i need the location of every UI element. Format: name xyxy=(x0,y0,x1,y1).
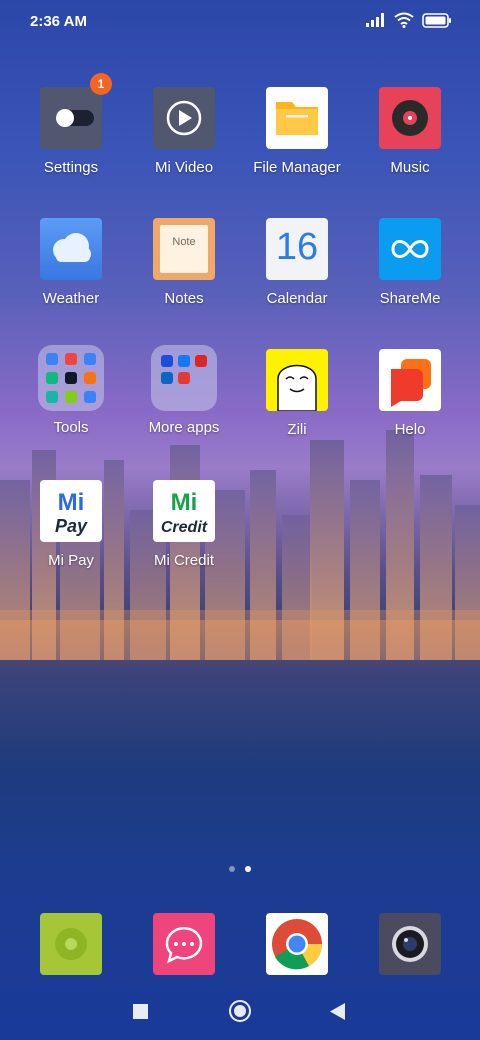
app-label: File Manager xyxy=(253,159,341,176)
app-zili[interactable]: Zili xyxy=(237,349,357,438)
mi-credit-icon: Mi Credit xyxy=(153,480,215,542)
folder-icon xyxy=(151,345,217,411)
app-label: Weather xyxy=(42,290,100,307)
notification-badge: 1 xyxy=(90,73,112,95)
app-settings[interactable]: Settings xyxy=(11,87,131,176)
battery-icon xyxy=(422,12,451,28)
calendar-date: 16 xyxy=(275,226,319,268)
app-weather[interactable]: Weather xyxy=(11,218,131,307)
phone-dialer-icon xyxy=(55,928,87,960)
navigation-bar xyxy=(0,995,480,1030)
shareme-infinity-icon xyxy=(379,218,441,280)
dock-camera[interactable] xyxy=(379,913,441,975)
home-button[interactable] xyxy=(228,999,252,1023)
app-label: ShareMe xyxy=(379,290,441,307)
page-dot[interactable] xyxy=(229,866,235,872)
app-label: Mi Video xyxy=(154,159,214,176)
zili-ghost-icon xyxy=(266,349,328,411)
status-icons xyxy=(366,12,452,28)
notes-icon: Note xyxy=(153,218,215,280)
app-label: Calendar xyxy=(266,290,328,307)
folder-tools[interactable]: Tools xyxy=(11,345,131,436)
wifi-icon xyxy=(394,12,414,28)
folder-icon xyxy=(266,87,328,149)
app-music[interactable]: Music xyxy=(350,87,470,176)
app-label: Notes xyxy=(164,290,204,307)
cloud-icon xyxy=(40,218,102,280)
camera-icon xyxy=(392,926,428,962)
messages-icon xyxy=(165,927,203,964)
dock-chrome[interactable] xyxy=(266,913,328,975)
app-label: Zili xyxy=(287,421,307,438)
status-bar: 2:36 AM xyxy=(0,0,480,44)
svg-text:Pay: Pay xyxy=(55,516,88,536)
app-label: Music xyxy=(390,159,430,176)
app-helo[interactable]: Helo xyxy=(350,349,470,438)
svg-text:Credit: Credit xyxy=(161,519,208,536)
settings-icon xyxy=(40,87,102,149)
signal-icon xyxy=(366,13,384,27)
wallpaper-reflection xyxy=(0,610,480,770)
mi-pay-icon: Mi Pay xyxy=(40,480,102,542)
app-label: Helo xyxy=(394,421,426,438)
app-shareme[interactable]: ShareMe xyxy=(350,218,470,307)
folder-icon xyxy=(38,345,104,411)
app-notes[interactable]: Note Notes xyxy=(124,218,244,307)
app-mi-video[interactable]: Mi Video xyxy=(124,87,244,176)
page-indicator xyxy=(0,866,480,872)
folder-more-apps[interactable]: More apps xyxy=(124,345,244,436)
recents-button[interactable] xyxy=(133,1004,148,1019)
svg-text:Mi: Mi xyxy=(58,489,85,516)
app-label: Mi Credit xyxy=(153,552,214,569)
app-label: Tools xyxy=(53,419,89,436)
page-dot-active[interactable] xyxy=(245,866,251,872)
video-play-icon xyxy=(153,87,215,149)
app-label: More apps xyxy=(148,419,220,436)
app-file-manager[interactable]: File Manager xyxy=(237,87,357,176)
dock-messages[interactable] xyxy=(153,913,215,975)
music-disc-icon xyxy=(379,87,441,149)
app-label: Mi Pay xyxy=(48,552,94,569)
helo-bubble-icon xyxy=(379,349,441,411)
notes-icon-text: Note xyxy=(172,236,196,248)
calendar-icon: 16 xyxy=(266,218,328,280)
status-time: 2:36 AM xyxy=(30,13,87,30)
svg-text:Mi: Mi xyxy=(171,489,198,516)
chrome-icon xyxy=(272,919,323,970)
app-label: Settings xyxy=(43,159,99,176)
back-button[interactable] xyxy=(330,1003,346,1020)
app-calendar[interactable]: 16 Calendar xyxy=(237,218,357,307)
dock-phone-dialer[interactable] xyxy=(40,913,102,975)
app-mi-credit[interactable]: Mi Credit Mi Credit xyxy=(124,480,244,569)
app-mi-pay[interactable]: Mi Pay Mi Pay xyxy=(11,480,131,569)
